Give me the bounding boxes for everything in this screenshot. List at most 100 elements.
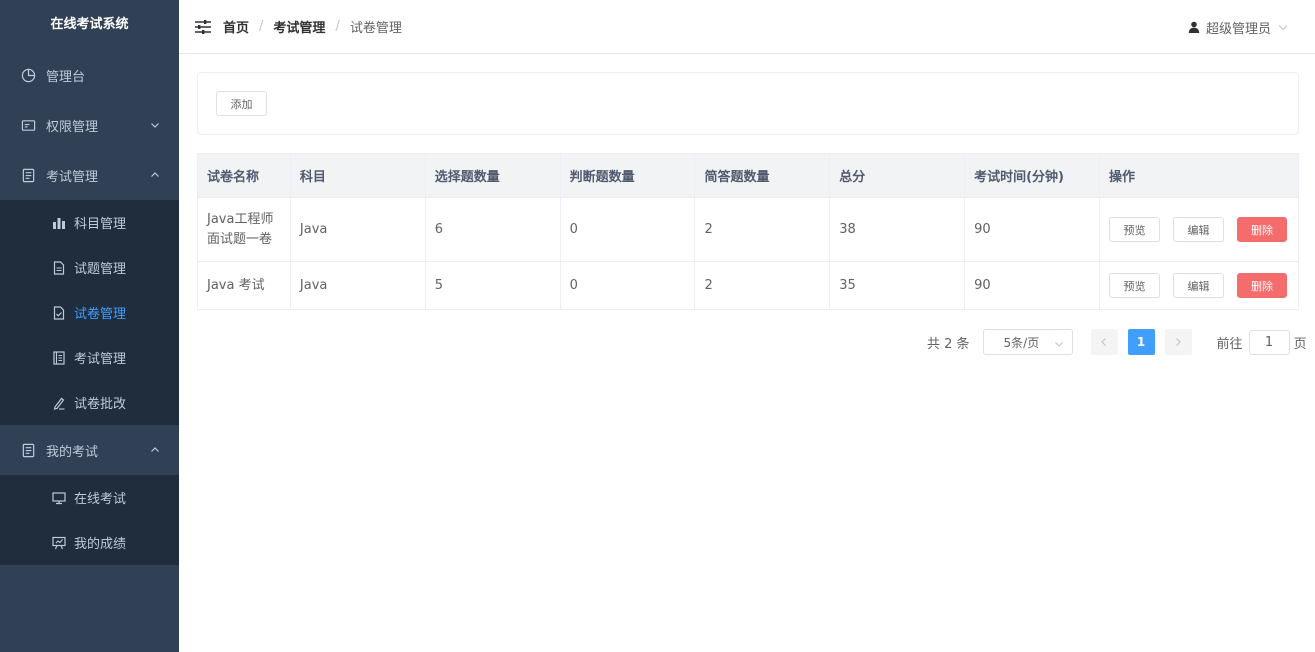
sidebar-item-label: 我的成绩 [74,537,127,552]
short-answer-count-cell: 2 [694,197,831,262]
paper-name-cell: Java工程师 面试题一卷 [197,197,291,262]
paper-name-cell: Java 考试 [197,261,291,310]
sidebar-item-subject[interactable]: 科目管理 [0,200,179,245]
sidebar-item-label: 试卷管理 [74,307,127,322]
column-header: 操作 [1099,153,1300,198]
document-icon [52,260,66,275]
subject-cell: Java [290,261,426,310]
actions-cell: 预览 编辑 删除 [1099,261,1300,310]
sidebar-item-exam[interactable]: 考试管理 [0,335,179,380]
breadcrumb: 首页 / 考试管理 / 试卷管理 [223,17,402,36]
sidebar-item-my-exam[interactable]: 我的考试 [0,425,179,475]
next-page-button[interactable] [1164,329,1192,355]
user-icon [1188,21,1200,33]
total-score-cell: 38 [829,197,966,262]
actions-cell: 预览 编辑 删除 [1099,197,1300,262]
choice-count-cell: 5 [425,261,561,310]
monitor-icon [52,491,66,505]
chevron-up-icon [149,169,161,181]
breadcrumb-exam-manage[interactable]: 考试管理 [273,17,325,36]
edit-button[interactable]: 编辑 [1172,273,1224,298]
sidebar-item-label: 我的考试 [46,444,99,460]
short-answer-count-cell: 2 [694,261,831,310]
goto-label: 前往 [1216,336,1243,352]
my-exam-icon [20,442,36,458]
judge-count-cell: 0 [560,197,696,262]
chevron-down-icon [149,119,161,131]
chevron-up-icon [149,444,161,456]
choice-count-cell: 6 [425,197,561,262]
total-score-cell: 35 [829,261,966,310]
preview-button[interactable]: 预览 [1108,273,1160,298]
pencil-icon [52,396,66,410]
submenu-my-exam: 在线考试 我的成绩 [0,475,179,565]
preview-button[interactable]: 预览 [1108,217,1160,242]
exam-time-cell: 90 [964,197,1100,262]
notebook-icon [52,350,66,365]
score-board-icon [52,536,66,550]
breadcrumb-separator: / [335,19,340,34]
sliders-toggle-icon[interactable] [193,17,213,37]
sidebar-item-label: 考试管理 [74,352,127,367]
column-header: 考试时间(分钟) [964,153,1100,198]
page-size-value: 5条/页 [1003,335,1040,350]
permission-icon [20,117,36,133]
sidebar-item-question[interactable]: 试题管理 [0,245,179,290]
column-header: 选择题数量 [425,153,561,198]
breadcrumb-separator: / [259,19,264,34]
toolbar-card: 添加 [197,72,1299,135]
sidebar-item-label: 试卷批改 [74,397,127,412]
chevron-down-icon [1054,338,1064,348]
app-title: 在线考试系统 [50,17,129,32]
pagination: 共 2 条 5条/页 1 前往 页 [927,329,1307,355]
sidebar-item-exam-manage[interactable]: 考试管理 [0,150,179,200]
delete-button[interactable]: 删除 [1236,217,1287,242]
table-row: Java工程师 面试题一卷 Java 6 0 2 38 90 预览 编辑 删除 [197,197,1300,262]
column-header: 简答题数量 [694,153,831,198]
breadcrumb-current: 试卷管理 [349,21,402,36]
exam-manage-icon [20,167,36,183]
sidebar-item-label: 考试管理 [46,169,99,185]
sidebar-item-label: 在线考试 [74,492,127,507]
sidebar-item-label: 科目管理 [74,217,127,232]
table-header-row: 试卷名称 科目 选择题数量 判断题数量 简答题数量 总分 考试时间(分钟) 操作 [197,153,1300,198]
column-header: 总分 [829,153,966,198]
chevron-down-icon [1277,21,1289,33]
sidebar-item-online-exam[interactable]: 在线考试 [0,475,179,520]
add-button[interactable]: 添加 [216,91,267,116]
prev-page-button[interactable] [1090,329,1118,355]
paper-name: Java工程师 [207,211,274,227]
delete-button[interactable]: 删除 [1236,273,1287,298]
bar-chart-icon [52,216,66,230]
user-menu[interactable]: 超级管理员 [1188,0,1289,54]
sidebar-item-label: 试题管理 [74,262,127,277]
chevron-left-icon [1101,338,1106,346]
paper-name: 面试题一卷 [207,231,273,247]
goto-suffix: 页 [1293,336,1307,352]
exam-time-cell: 90 [964,261,1100,310]
submenu-exam-manage: 科目管理 试题管理 试卷管理 考试管理 试卷批改 [0,200,179,425]
sidebar-item-marking[interactable]: 试卷批改 [0,380,179,425]
sidebar-item-permission[interactable]: 权限管理 [0,100,179,150]
sidebar-item-dashboard[interactable]: 管理台 [0,50,179,100]
column-header: 科目 [290,153,426,198]
goto-page-input[interactable] [1248,329,1290,355]
paper-check-icon [52,305,66,320]
sidebar-item-label: 权限管理 [46,119,99,135]
edit-button[interactable]: 编辑 [1172,217,1224,242]
paper-table: 试卷名称 科目 选择题数量 判断题数量 简答题数量 总分 考试时间(分钟) 操作… [197,153,1300,310]
user-name: 超级管理员 [1205,21,1271,37]
dashboard-icon [20,67,36,83]
judge-count-cell: 0 [560,261,696,310]
sidebar: 在线考试系统 管理台 权限管理 考试管理 科目管理 试题管理 试卷管理 考试管理… [0,0,179,652]
sidebar-item-my-score[interactable]: 我的成绩 [0,520,179,565]
subject-cell: Java [290,197,426,262]
top-header: 首页 / 考试管理 / 试卷管理 超级管理员 [179,0,1315,54]
page-size-select[interactable]: 5条/页 [982,329,1073,355]
sidebar-item-paper[interactable]: 试卷管理 [0,290,179,335]
chevron-right-icon [1176,338,1181,346]
column-header: 试卷名称 [197,153,291,198]
breadcrumb-home[interactable]: 首页 [223,17,249,36]
page-number-current[interactable]: 1 [1127,329,1155,355]
table-row: Java 考试 Java 5 0 2 35 90 预览 编辑 删除 [197,261,1300,310]
